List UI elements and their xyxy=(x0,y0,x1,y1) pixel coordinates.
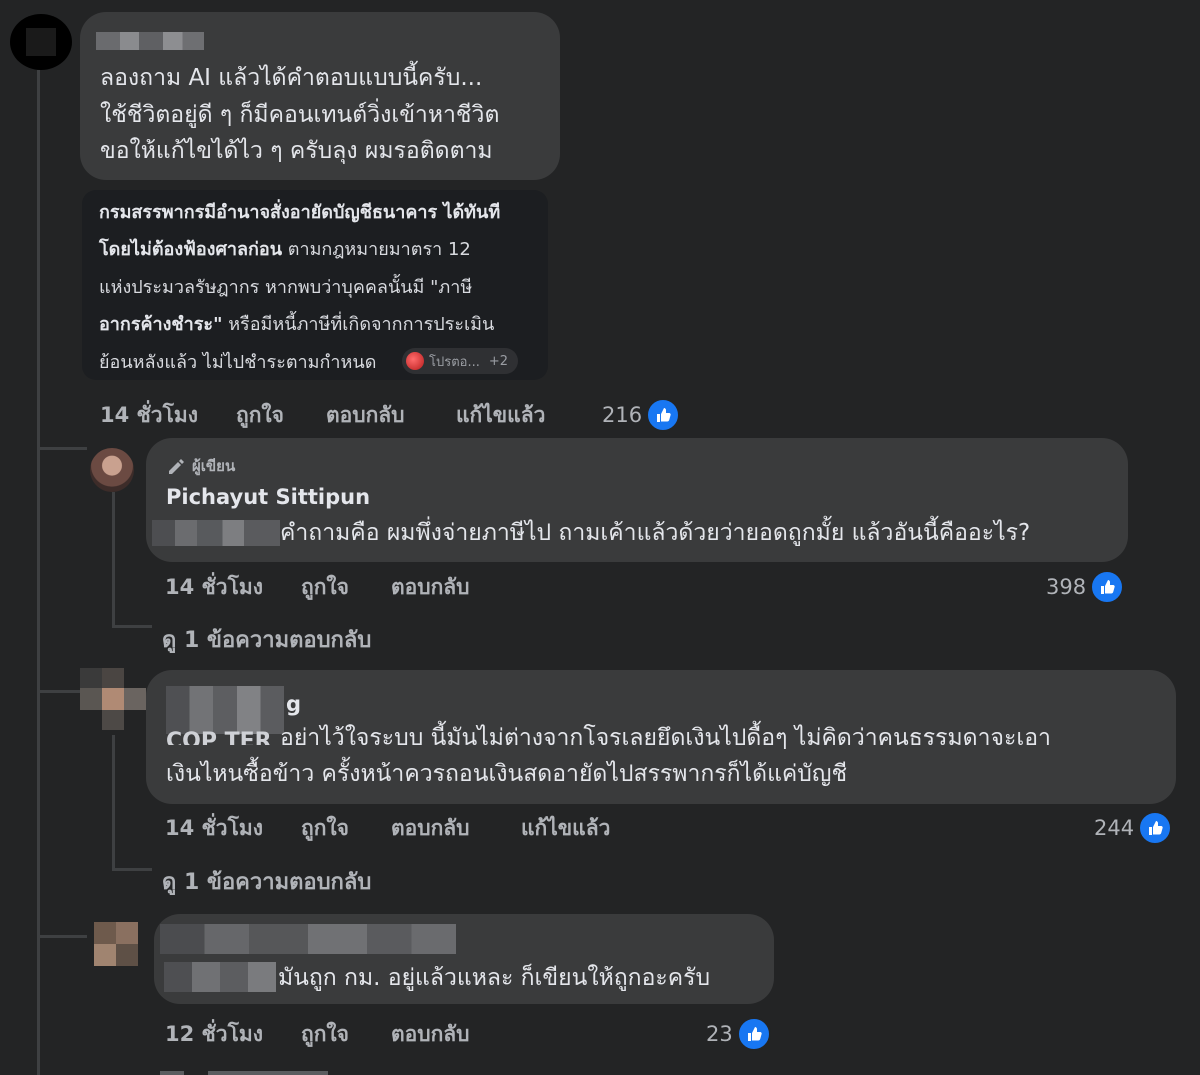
reaction-count: 216 xyxy=(602,403,643,427)
comment-text-line: อย่าไว้ใจระบบ นี้มันไม่ต่างจากโจรเลยยึดเ… xyxy=(280,725,1051,751)
reply-button[interactable]: ตอบกลับ xyxy=(391,571,470,604)
thread-branch-reply1-view xyxy=(112,625,152,628)
reply-button[interactable]: ตอบกลับ xyxy=(391,1018,470,1051)
avatar[interactable] xyxy=(10,14,72,70)
thread-branch-reply2-view xyxy=(112,868,152,871)
like-button[interactable]: ถูกใจ xyxy=(236,399,284,432)
avatar-pixelation xyxy=(102,710,124,730)
author-name-blurred[interactable] xyxy=(160,924,456,954)
view-replies-link[interactable]: ดู 1 ข้อความตอบกลับ xyxy=(162,864,371,899)
avatar-pixelation xyxy=(116,922,138,944)
like-button[interactable]: ถูกใจ xyxy=(301,812,349,845)
author-name[interactable]: Pichayut Sittipun xyxy=(166,485,370,509)
author-name-blurred[interactable] xyxy=(166,686,284,734)
author-name-visible[interactable]: g xyxy=(286,692,301,716)
like-button[interactable]: ถูกใจ xyxy=(301,571,349,604)
thread-branch-3 xyxy=(37,935,87,938)
next-item-partial xyxy=(160,1066,420,1075)
thumbs-up-icon xyxy=(736,1017,771,1051)
comment-text-line: เงินไหนซื้อข้าว ครั้งหน้าควรถอนเงินสดอาย… xyxy=(166,761,848,787)
ai-answer-line: อากรค้างชำระ" หรือมีหนี้ภาษีที่เกิดจากกา… xyxy=(99,314,495,335)
thumbs-up-icon xyxy=(646,398,681,432)
mention-partial[interactable]: COP TER xyxy=(166,731,280,745)
reaction-summary[interactable]: 244 xyxy=(1094,811,1173,845)
reaction-count: 244 xyxy=(1094,816,1135,840)
edited-label[interactable]: แก้ไขแล้ว xyxy=(521,812,610,845)
reaction-summary[interactable]: 23 xyxy=(706,1017,771,1051)
timestamp[interactable]: 12 ชั่วโมง xyxy=(165,1018,263,1051)
timestamp[interactable]: 14 ชั่วโมง xyxy=(165,571,263,604)
ai-answer-line: โดยไม่ต้องฟ้องศาลก่อน ตามกฎหมายมาตรา 12 xyxy=(99,239,471,260)
reaction-count: 23 xyxy=(706,1022,733,1046)
source-favicon-icon xyxy=(406,352,424,370)
like-button[interactable]: ถูกใจ xyxy=(301,1018,349,1051)
comment-text: คำถามคือ ผมพึ่งจ่ายภาษีไป ถามเค้าแล้วด้ว… xyxy=(280,520,1031,546)
author-badge-label: ผู้เขียน xyxy=(192,457,236,475)
comment-text-line: ลองถาม AI แล้วได้คำตอบแบบนี้ครับ... xyxy=(100,65,483,91)
avatar-pixelation xyxy=(102,688,124,710)
mention-blurred[interactable] xyxy=(164,962,276,992)
comment-text: มันถูก กม. อยู่แล้วแหละ ก็เขียนให้ถูกอะค… xyxy=(278,965,711,991)
avatar[interactable] xyxy=(90,448,134,492)
timestamp[interactable]: 14 ชั่วโมง xyxy=(100,399,198,432)
thumbs-up-icon xyxy=(1138,811,1173,845)
avatar-pixelation xyxy=(80,668,102,688)
view-replies-link[interactable]: ดู 1 ข้อความตอบกลับ xyxy=(162,622,371,657)
comment-bubble: ลองถาม AI แล้วได้คำตอบแบบนี้ครับ... ใช้ช… xyxy=(80,12,560,180)
avatar-pixelation xyxy=(94,922,116,944)
reaction-summary[interactable]: 398 xyxy=(1046,570,1125,604)
reaction-summary[interactable]: 216 xyxy=(602,398,681,432)
author-badge: ผู้เขียน xyxy=(166,454,235,478)
source-chip[interactable]: โปรตอ... +2 xyxy=(402,348,519,374)
comment-text-line: ขอให้แก้ไขได้ไว ๆ ครับลุง ผมรอติดตาม xyxy=(100,138,493,164)
avatar-pixelation xyxy=(94,944,116,966)
avatar[interactable] xyxy=(80,668,146,730)
source-label: โปรตอ... xyxy=(429,354,480,370)
ai-answer-image[interactable]: กรมสรรพากรมีอำนาจสั่งอายัดบัญชีธนาคาร ได… xyxy=(82,190,548,380)
thumbs-up-icon xyxy=(1090,570,1125,604)
thread-line-reply1 xyxy=(112,492,115,627)
avatar-pixelation xyxy=(102,668,124,688)
avatar-pixelation xyxy=(80,688,102,710)
thread-line-main xyxy=(37,70,40,1075)
avatar-pixelation xyxy=(116,944,138,966)
thread-line-reply2 xyxy=(112,735,115,870)
comment-bubble: ผู้เขียน Pichayut Sittipun คำถามคือ ผมพึ… xyxy=(146,438,1128,562)
ai-answer-line: แห่งประมวลรัษฎากร หากพบว่าบุคคลนั้นมี "ภ… xyxy=(99,277,473,298)
reply-button[interactable]: ตอบกลับ xyxy=(391,812,470,845)
author-name-blurred[interactable] xyxy=(96,32,204,50)
comment-bubble: มันถูก กม. อยู่แล้วแหละ ก็เขียนให้ถูกอะค… xyxy=(154,914,774,1004)
reaction-count: 398 xyxy=(1046,575,1087,599)
edited-label[interactable]: แก้ไขแล้ว xyxy=(456,399,545,432)
thread-branch-1 xyxy=(37,447,87,450)
avatar-pixelation xyxy=(124,688,146,710)
ai-answer-line: กรมสรรพากรมีอำนาจสั่งอายัดบัญชีธนาคาร ได… xyxy=(99,202,501,223)
mention-blurred[interactable] xyxy=(152,520,280,546)
source-more: +2 xyxy=(488,353,509,369)
comment-text-line: ใช้ชีวิตอยู่ดี ๆ ก็มีคอนเทนต์วิ่งเข้าหาช… xyxy=(100,102,500,128)
reply-button[interactable]: ตอบกลับ xyxy=(326,399,405,432)
pencil-icon xyxy=(169,459,184,474)
timestamp[interactable]: 14 ชั่วโมง xyxy=(165,812,263,845)
comment-bubble: g COP TER อย่าไว้ใจระบบ นี้มันไม่ต่างจาก… xyxy=(146,670,1176,804)
avatar[interactable] xyxy=(94,922,138,966)
avatar-pixelation xyxy=(26,28,56,56)
ai-answer-line: ย้อนหลังแล้ว ไม่ไปชำระตามกำหนด xyxy=(99,352,377,373)
